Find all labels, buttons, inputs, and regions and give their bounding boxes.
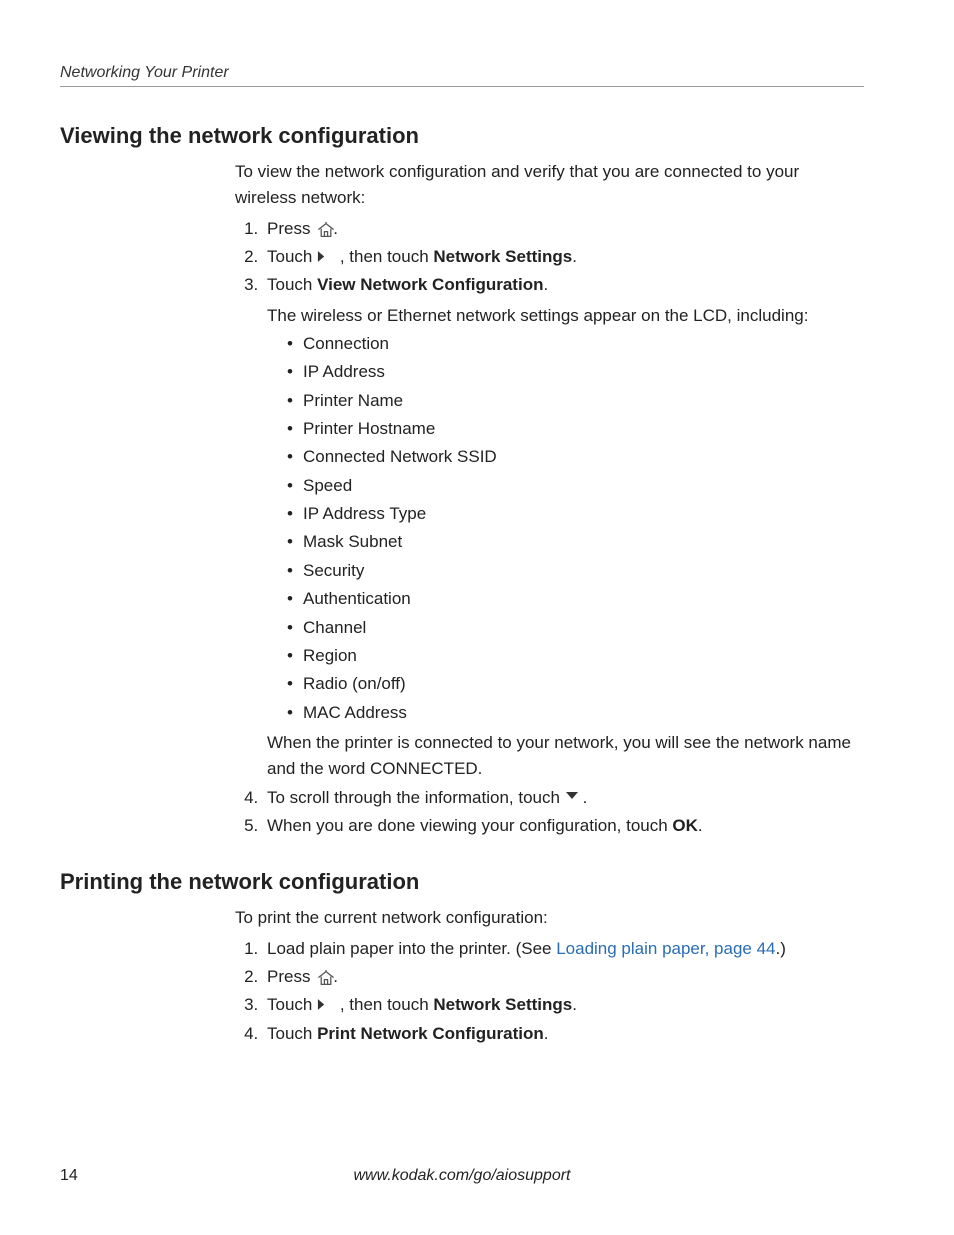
section1-body: To view the network configuration and ve… — [235, 159, 864, 839]
list-item: Press . — [263, 216, 864, 242]
list-item: Connected Network SSID — [287, 444, 864, 470]
list-item: Region — [287, 643, 864, 669]
home-icon — [315, 222, 333, 236]
loading-paper-link[interactable]: Loading plain paper, page 44 — [556, 939, 775, 958]
list-item: Printer Name — [287, 388, 864, 414]
list-item: Printer Hostname — [287, 416, 864, 442]
step3-subtext: The wireless or Ethernet network setting… — [267, 303, 864, 329]
list-item: When you are done viewing your configura… — [263, 813, 864, 839]
list-item: IP Address Type — [287, 501, 864, 527]
list-item: MAC Address — [287, 700, 864, 726]
list-item: Connection — [287, 331, 864, 357]
after-bullets-note: When the printer is connected to your ne… — [267, 730, 864, 783]
home-icon — [315, 970, 333, 984]
list-item: Radio (on/off) — [287, 671, 864, 697]
section-heading-printing: Printing the network configuration — [60, 869, 864, 895]
list-item: Mask Subnet — [287, 529, 864, 555]
list-item: To scroll through the information, touch… — [263, 785, 864, 811]
page: Networking Your Printer Viewing the netw… — [0, 0, 954, 1235]
right-arrow-icon — [317, 998, 335, 1012]
section2-steps: Load plain paper into the printer. (See … — [235, 936, 864, 1047]
section1-steps: Press . Touch , then touch Network Setti… — [235, 216, 864, 840]
page-number: 14 — [60, 1167, 78, 1184]
list-item: Press . — [263, 964, 864, 990]
right-arrow-icon — [317, 250, 335, 264]
section1-intro: To view the network configuration and ve… — [235, 159, 864, 212]
list-item: Authentication — [287, 586, 864, 612]
list-item: Load plain paper into the printer. (See … — [263, 936, 864, 962]
list-item: Channel — [287, 615, 864, 641]
page-footer: 14 www.kodak.com/go/aiosupport — [60, 1167, 864, 1185]
running-header: Networking Your Printer — [60, 64, 864, 87]
settings-list: Connection IP Address Printer Name Print… — [267, 331, 864, 726]
list-item: Security — [287, 558, 864, 584]
section2-body: To print the current network configurati… — [235, 905, 864, 1047]
list-item: Touch , then touch Network Settings. — [263, 992, 864, 1018]
list-item: Speed — [287, 473, 864, 499]
section-heading-viewing: Viewing the network configuration — [60, 123, 864, 149]
list-item: IP Address — [287, 359, 864, 385]
down-arrow-icon — [565, 791, 583, 805]
footer-url: www.kodak.com/go/aiosupport — [354, 1167, 571, 1185]
list-item: Touch , then touch Network Settings. — [263, 244, 864, 270]
section2-intro: To print the current network configurati… — [235, 905, 864, 931]
list-item: Touch Print Network Configuration. — [263, 1021, 864, 1047]
list-item: Touch View Network Configuration. The wi… — [263, 272, 864, 782]
